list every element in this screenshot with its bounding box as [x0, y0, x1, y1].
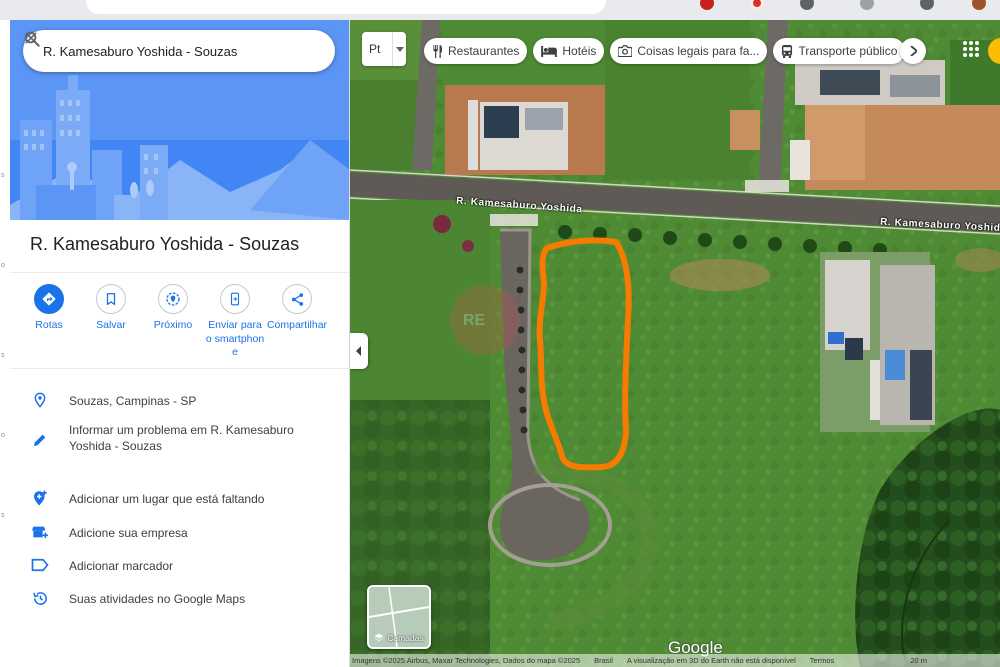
layers-icon — [374, 633, 384, 641]
location-pin-icon — [30, 390, 50, 410]
imagery-credit: Imagens ©2025 Airbus, Maxar Technologies… — [352, 656, 581, 665]
browser-extension-icon[interactable] — [800, 0, 814, 10]
directions-button[interactable]: Rotas — [18, 284, 80, 360]
place-title: R. Kamesaburo Yoshida - Souzas — [30, 234, 300, 254]
directions-label: Rotas — [35, 319, 63, 331]
map-layer-dropdown[interactable]: Pt — [362, 32, 406, 66]
activity-text: Suas atividades no Google Maps — [69, 592, 246, 606]
browser-extension-icon[interactable] — [750, 0, 764, 10]
layers-button[interactable]: Camadas — [367, 585, 431, 649]
chip-hotels-label: Hotéis — [562, 44, 597, 58]
share-icon — [282, 284, 312, 314]
layers-label: Camadas — [387, 633, 424, 643]
collapse-panel-button[interactable] — [350, 333, 368, 369]
svg-text:RE: RE — [463, 312, 486, 329]
save-label: Salvar — [96, 319, 126, 331]
chip-transit[interactable]: Transporte público — [773, 38, 906, 64]
report-problem-text: Informar um problema em R. Kamesaburo Yo… — [69, 423, 294, 453]
scale-label[interactable]: 20 m — [910, 656, 927, 665]
layer-value: Pt — [369, 42, 381, 56]
terms-link[interactable]: Termos — [810, 656, 835, 665]
share-label: Compartilhar — [266, 319, 328, 331]
address-text: Souzas, Campinas - SP — [69, 394, 197, 408]
search-icon[interactable] — [24, 30, 293, 72]
left-edge-sliver: s o s o s — [0, 20, 10, 667]
map-footer: Imagens ©2025 Airbus, Maxar Technologies… — [350, 654, 1000, 667]
category-chips: Restaurantes Hotéis Coisas legais para f… — [424, 38, 911, 64]
nearby-label: Próximo — [153, 319, 193, 331]
address-bar[interactable] — [86, 0, 606, 14]
divider — [10, 272, 349, 273]
google-apps-icon[interactable] — [962, 40, 984, 62]
chevron-right-icon — [909, 46, 917, 56]
close-icon[interactable] — [25, 30, 335, 72]
history-icon — [30, 588, 50, 608]
send-to-phone-button[interactable]: Enviar para o smartphone — [204, 284, 266, 360]
bed-icon — [541, 45, 558, 57]
chip-things-to-do-label: Coisas legais para fa... — [637, 44, 760, 58]
place-side-panel: R. Kamesaburo Yoshida - Souzas R. Kamesa… — [10, 20, 350, 667]
add-place-text: Adicionar um lugar que está faltando — [69, 492, 265, 506]
chips-next-button[interactable] — [900, 38, 926, 64]
camera-icon — [618, 45, 633, 57]
share-button[interactable]: Compartilhar — [266, 284, 328, 360]
chevron-down-icon — [392, 32, 406, 66]
edit-pencil-icon — [30, 430, 50, 450]
chip-things-to-do[interactable]: Coisas legais para fa... — [610, 38, 768, 64]
add-label-text: Adicionar marcador — [69, 559, 174, 573]
browser-extension-icon[interactable] — [700, 0, 714, 10]
add-place-icon — [30, 488, 50, 508]
chip-restaurants-label: Restaurantes — [448, 44, 520, 58]
country-link[interactable]: Brasil — [594, 656, 613, 665]
nearby-icon — [158, 284, 188, 314]
divider — [10, 368, 349, 369]
profile-avatar[interactable] — [972, 0, 986, 10]
directions-icon — [34, 284, 64, 314]
browser-toolbar — [0, 0, 1000, 20]
add-business-text: Adicione sua empresa — [69, 526, 188, 540]
bookmark-icon — [96, 284, 126, 314]
label-icon — [30, 555, 50, 575]
chip-hotels[interactable]: Hotéis — [533, 38, 605, 64]
add-business-icon — [30, 522, 50, 542]
street-illustration: R. Kamesaburo Yoshida - Souzas — [10, 20, 349, 220]
browser-extension-icon[interactable] — [860, 0, 874, 10]
map-canvas[interactable]: RE Pt Restaurantes Hotéis Coisas legais … — [350, 20, 1000, 667]
3d-notice: A visualização em 3D do Earth não está d… — [626, 656, 796, 665]
save-button[interactable]: Salvar — [80, 284, 142, 360]
chip-restaurants[interactable]: Restaurantes — [424, 38, 528, 64]
bus-icon — [781, 44, 793, 58]
nearby-button[interactable]: Próximo — [142, 284, 204, 360]
chevron-left-icon — [356, 346, 361, 356]
browser-extension-icon[interactable] — [920, 0, 934, 10]
send-to-phone-icon — [220, 284, 250, 314]
search-input[interactable]: R. Kamesaburo Yoshida - Souzas — [23, 44, 251, 59]
search-bar[interactable]: R. Kamesaburo Yoshida - Souzas — [23, 30, 335, 72]
send-to-phone-label: Enviar para o smartphone — [205, 319, 265, 358]
fork-knife-icon — [432, 44, 443, 58]
chip-transit-label: Transporte público — [798, 44, 898, 58]
action-buttons-row: Rotas Salvar Próximo Enviar para o smart… — [10, 284, 349, 360]
